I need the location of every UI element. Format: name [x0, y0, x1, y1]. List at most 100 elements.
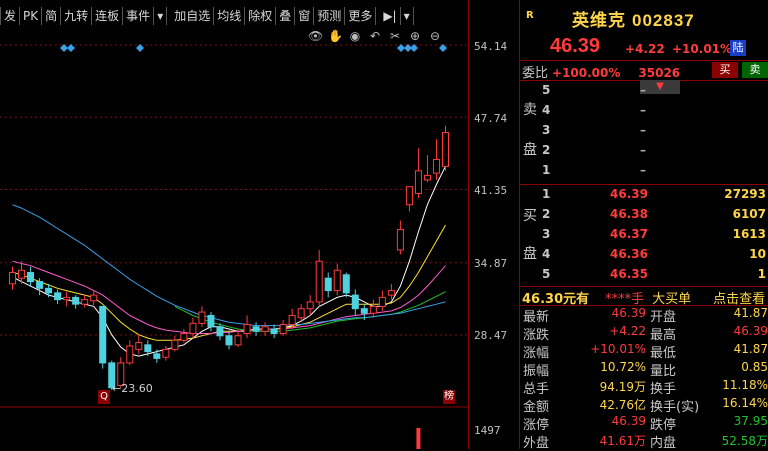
toolbar-item[interactable]: 九转 [61, 7, 93, 25]
toolbar-item[interactable]: 事件 [123, 7, 155, 25]
stat-row: 外盘 41.61万 内盘 52.58万 [520, 432, 768, 451]
candle-body [324, 277, 332, 292]
rank-badge[interactable]: 榜 [443, 390, 455, 404]
stat-value: 46.39 [733, 324, 768, 338]
stat-label: 内盘 [650, 436, 677, 451]
candle-body [432, 159, 440, 174]
stat-label: 跌停 [650, 418, 677, 433]
sell-row[interactable]: 2– [520, 143, 768, 163]
candle-body [45, 287, 53, 294]
q-badge[interactable]: Q [98, 390, 110, 404]
candle-body [423, 174, 431, 181]
stat-label: 量比 [650, 364, 677, 379]
sell-row[interactable]: 1– [520, 163, 768, 183]
market-badge: 陆 [730, 40, 746, 56]
toolbar-item[interactable]: 发 [0, 7, 21, 25]
buy-level: 2 [542, 207, 551, 221]
buy-button[interactable]: 买 [712, 62, 738, 78]
candle-body [315, 260, 323, 303]
toolbar-item[interactable]: 更多 [345, 7, 377, 25]
candle-body [162, 348, 170, 358]
event-marker [136, 44, 144, 52]
plus-circle-icon[interactable]: ⊕ [408, 29, 422, 43]
ma-line [12, 224, 446, 341]
candle-body [216, 326, 224, 337]
stat-label: 涨停 [523, 418, 550, 433]
candle-body [126, 345, 134, 364]
price-tick: 34.87 [474, 257, 508, 270]
buy-row[interactable]: 5 46.35 1 [520, 267, 768, 287]
stat-value: 94.19万 [599, 380, 646, 394]
ma-line [12, 204, 446, 327]
hand-icon[interactable]: ✋ [328, 29, 343, 43]
candle-body [279, 323, 287, 335]
toolbar-item[interactable]: 简 [42, 7, 62, 25]
candle-body [72, 296, 80, 305]
buy-volume: 27293 [724, 187, 766, 201]
toolbar-item[interactable]: 预测 [314, 7, 346, 25]
toolbar-item[interactable]: 均线 [214, 7, 246, 25]
sell-row[interactable]: 5– [520, 83, 768, 103]
quote-panel: R 英维克 002837 46.39 +4.22 +10.01% 陆 委比 +100… [520, 0, 768, 451]
candle-body [36, 281, 44, 289]
buy-level: 4 [542, 247, 551, 261]
toolbar-item[interactable]: ▶| [380, 7, 401, 25]
eye-icon[interactable]: 👁 [308, 29, 323, 43]
stat-label: 振幅 [523, 364, 550, 379]
buy-row[interactable]: 1 46.39 27293 [520, 187, 768, 207]
sell-price: – [640, 123, 646, 137]
stock-title: 英维克 002837 [572, 6, 695, 31]
stat-value: 11.18% [722, 378, 768, 392]
kline-chart-panel[interactable]: 发 PK 简九转 连板 事件 ▾ 加自选 均线 除权叠窗预测 更多 ▶| ▾ 👁 ✋ ◉ ↶ ✂ ⊕ … [0, 0, 520, 449]
sell-level: 5 [542, 83, 551, 97]
candle-body [252, 326, 260, 332]
stat-row: 涨停 46.39 跌停 37.95 [520, 414, 768, 433]
scissors-icon[interactable]: ✂ [388, 29, 402, 43]
minus-circle-icon[interactable]: ⊖ [428, 29, 442, 43]
stat-label: 外盘 [523, 436, 550, 451]
toolbar-item[interactable]: 叠 [276, 7, 296, 25]
candle-body [261, 326, 269, 332]
sell-button[interactable]: 卖 [742, 62, 768, 78]
buy-price: 46.39 [610, 187, 648, 201]
stat-row: 金额 42.76亿 换手(实) 16.14% [520, 396, 768, 415]
stat-row: 最新 46.39 开盘 41.87 [520, 306, 768, 325]
toolbar-item[interactable]: 窗 [295, 7, 315, 25]
buy-level: 3 [542, 227, 551, 241]
replay-icon[interactable]: ◉ [348, 29, 362, 43]
toolbar-item[interactable]: PK [20, 7, 43, 25]
sell-level: 1 [542, 163, 551, 177]
toolbar-item[interactable]: 加自选 [171, 7, 215, 25]
stat-label: 最低 [650, 346, 677, 361]
sell-price: – [640, 143, 646, 157]
sell-row[interactable]: 4– [520, 103, 768, 123]
stock-code: 002837 [632, 11, 695, 30]
stat-label: 最高 [650, 328, 677, 343]
candle-body [234, 335, 242, 346]
toolbar-item[interactable]: ▾ [401, 7, 414, 25]
weibi-value: +100.00% [552, 66, 621, 80]
buy-level: 5 [542, 267, 551, 281]
stat-value: 46.39 [611, 306, 646, 320]
stat-value: 42.76亿 [599, 398, 646, 412]
toolbar-item[interactable]: 除权 [245, 7, 277, 25]
sell-level: 4 [542, 103, 551, 117]
undo-icon[interactable]: ↶ [368, 29, 382, 43]
stat-value: 41.87 [733, 342, 768, 356]
toolbar-item[interactable]: 连板 [92, 7, 124, 25]
sell-row[interactable]: 3– [520, 123, 768, 143]
buy-row[interactable]: 3 46.37 1613 [520, 227, 768, 247]
stat-label: 最新 [523, 310, 550, 325]
buy-volume: 1613 [732, 227, 766, 241]
sell-price: – [640, 163, 646, 177]
candle-body [99, 305, 107, 364]
stat-row: 总手 94.19万 换手 11.18% [520, 378, 768, 397]
kline-chart[interactable] [0, 0, 468, 449]
toolbar-item[interactable]: ▾ [154, 7, 168, 25]
candle-body [135, 342, 143, 350]
buy-row[interactable]: 4 46.36 10 [520, 247, 768, 267]
stat-row: 振幅 10.72% 量比 0.85 [520, 360, 768, 379]
sell-price: – [640, 103, 646, 117]
buy-row[interactable]: 2 46.38 6107 [520, 207, 768, 227]
sell-level: 2 [542, 143, 551, 157]
